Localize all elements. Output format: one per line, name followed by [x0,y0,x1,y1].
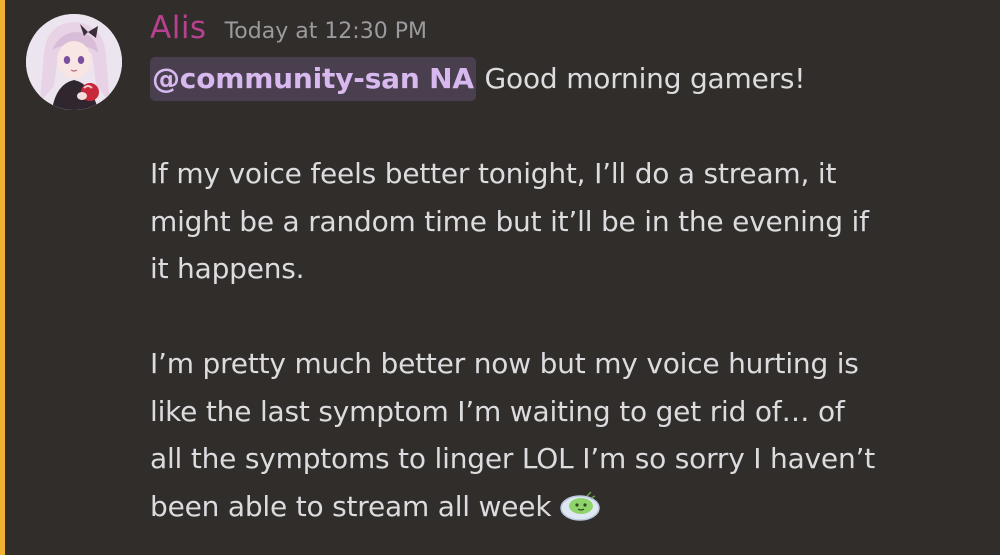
message-line: like the last symptom I’m waiting to get… [150,394,845,428]
role-mention[interactable]: @community-san NA [150,57,476,101]
message-line: been able to stream all week [150,483,980,531]
message-body: @community-san NA Good morning gamers! I… [150,55,980,530]
message-text: been able to stream all week [150,489,552,523]
message-line: might be a random time but it’ll be in t… [150,204,869,238]
message-line: If my voice feels better tonight, I’ll d… [150,157,837,190]
timestamp[interactable]: Today at 12:30 PM [225,10,427,54]
message-header: Alis Today at 12:30 PM [150,6,427,50]
anime-avatar-icon[interactable] [26,14,122,110]
message-text: Good morning gamers! [475,62,806,95]
message-line: it happens. [150,252,305,285]
message-line: all the symptoms to linger LOL I’m so so… [150,442,875,475]
message-container: Alis Today at 12:30 PM @community-san NA… [0,0,1000,555]
mention-highlight-bar [0,0,5,555]
sick-blob-emoji-icon[interactable] [557,488,603,522]
message-line: I’m pretty much better now but my voice … [150,347,859,380]
message-line: @community-san NA Good morning gamers! [150,55,980,103]
username[interactable]: Alis [150,6,207,50]
